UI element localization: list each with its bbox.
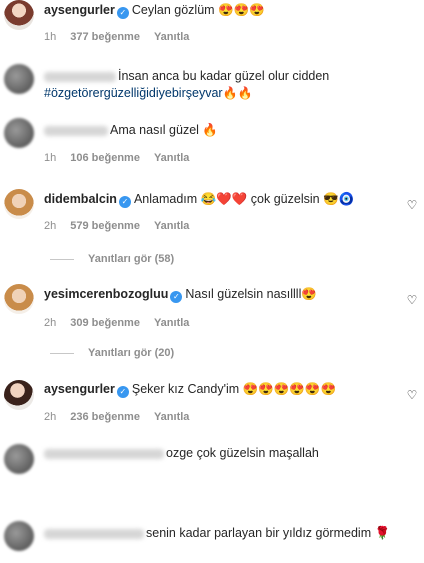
likes-count[interactable]: 309 beğenme	[70, 317, 140, 329]
username[interactable]: aysengurler	[44, 382, 115, 396]
comment-text-line-2: #özgetörergüzelliğidiyebirşeyvar🔥🔥	[44, 85, 394, 102]
comment-meta: 1h 377 beğenme Yanıtla	[44, 31, 203, 43]
hashtag-link[interactable]: #özgetörergüzelliğidiyebirşeyvar	[44, 86, 223, 100]
verified-badge-icon: ✓	[170, 291, 183, 303]
divider-line	[50, 352, 74, 354]
blurred-username	[44, 71, 116, 82]
avatar[interactable]	[4, 380, 34, 410]
blurred-username	[44, 448, 164, 459]
avatar[interactable]	[4, 444, 34, 474]
heart-outline-icon[interactable]: ♡	[406, 294, 418, 306]
reply-button[interactable]: Yanıtla	[154, 317, 189, 329]
heart-outline-icon[interactable]: ♡	[406, 199, 418, 211]
view-replies-button[interactable]: Yanıtları gör (58)	[50, 253, 174, 265]
view-replies-label: Yanıtları gör (58)	[88, 253, 175, 265]
avatar[interactable]	[4, 118, 34, 148]
timestamp: 2h	[44, 317, 57, 329]
comment-text-line: didembalcin ✓ Anlamadım 😂❤️❤️ çok güzelsin…	[44, 191, 394, 208]
comment-text-line: Ama nasıl güzel 🔥	[44, 122, 394, 139]
comment-text: senin kadar parlayan bir yıldız görmedim…	[146, 526, 391, 540]
likes-count[interactable]: 236 beğenme	[70, 411, 140, 423]
comment-text: Şeker kız Candy'im 😍😍😍😍😍😍	[131, 382, 337, 396]
comment-text: Ceylan gözlüm 😍😍😍	[131, 3, 265, 17]
comment-text-line: aysengurler ✓ Şeker kız Candy'im 😍😍😍😍😍😍	[44, 381, 394, 398]
comment-text-line: aysengurler ✓ Ceylan gözlüm 😍😍😍	[44, 2, 394, 19]
comment-meta: 2h 309 beğenme Yanıtla	[44, 317, 203, 329]
comment-text: Nasıl güzelsin nasıllll😍	[185, 287, 317, 301]
comment-meta: 2h 579 beğenme Yanıtla	[44, 220, 203, 232]
verified-badge-icon: ✓	[116, 386, 129, 398]
verified-badge-icon: ✓	[118, 196, 131, 208]
blurred-username	[44, 528, 144, 539]
avatar[interactable]	[4, 64, 34, 94]
username[interactable]: aysengurler	[44, 3, 115, 17]
comment-text: ozge çok güzelsin maşallah	[166, 446, 319, 460]
username[interactable]: didembalcin	[44, 192, 117, 206]
view-replies-label: Yanıtları gör (20)	[88, 347, 175, 359]
timestamp: 1h	[44, 31, 57, 43]
divider-line	[50, 258, 74, 260]
comment-text-line: yesimcerenbozogluu ✓ Nasıl güzelsin nasıll…	[44, 286, 394, 303]
likes-count[interactable]: 106 beğenme	[70, 152, 140, 164]
comment-text-line: ozge çok güzelsin maşallah	[44, 445, 394, 462]
reply-button[interactable]: Yanıtla	[154, 152, 189, 164]
likes-count[interactable]: 579 beğenme	[70, 220, 140, 232]
blurred-username	[44, 125, 108, 136]
comment-text-line: senin kadar parlayan bir yıldız görmedim…	[44, 525, 394, 542]
comment-meta: 1h 106 beğenme Yanıtla	[44, 152, 203, 164]
heart-outline-icon[interactable]: ♡	[406, 389, 418, 401]
likes-count[interactable]: 377 beğenme	[70, 31, 140, 43]
comment-meta: 2h 236 beğenme Yanıtla	[44, 411, 203, 423]
avatar[interactable]	[4, 189, 34, 219]
comment-emojis: 🔥🔥	[222, 86, 253, 100]
username[interactable]: yesimcerenbozogluu	[44, 287, 168, 301]
comment-text: İnsan anca bu kadar güzel olur cidden	[118, 69, 330, 83]
comment-text-line: İnsan anca bu kadar güzel olur cidden	[44, 68, 394, 85]
avatar[interactable]	[4, 0, 34, 30]
reply-button[interactable]: Yanıtla	[154, 411, 189, 423]
comment-text: Ama nasıl güzel 🔥	[110, 123, 218, 137]
view-replies-button[interactable]: Yanıtları gör (20)	[50, 347, 174, 359]
avatar[interactable]	[4, 521, 34, 551]
comment-text: Anlamadım 😂❤️❤️ çok güzelsin 😎🧿	[133, 192, 355, 206]
timestamp: 1h	[44, 152, 57, 164]
verified-badge-icon: ✓	[116, 7, 129, 19]
timestamp: 2h	[44, 220, 57, 232]
reply-button[interactable]: Yanıtla	[154, 31, 189, 43]
timestamp: 2h	[44, 411, 57, 423]
reply-button[interactable]: Yanıtla	[154, 220, 189, 232]
avatar[interactable]	[4, 284, 34, 314]
